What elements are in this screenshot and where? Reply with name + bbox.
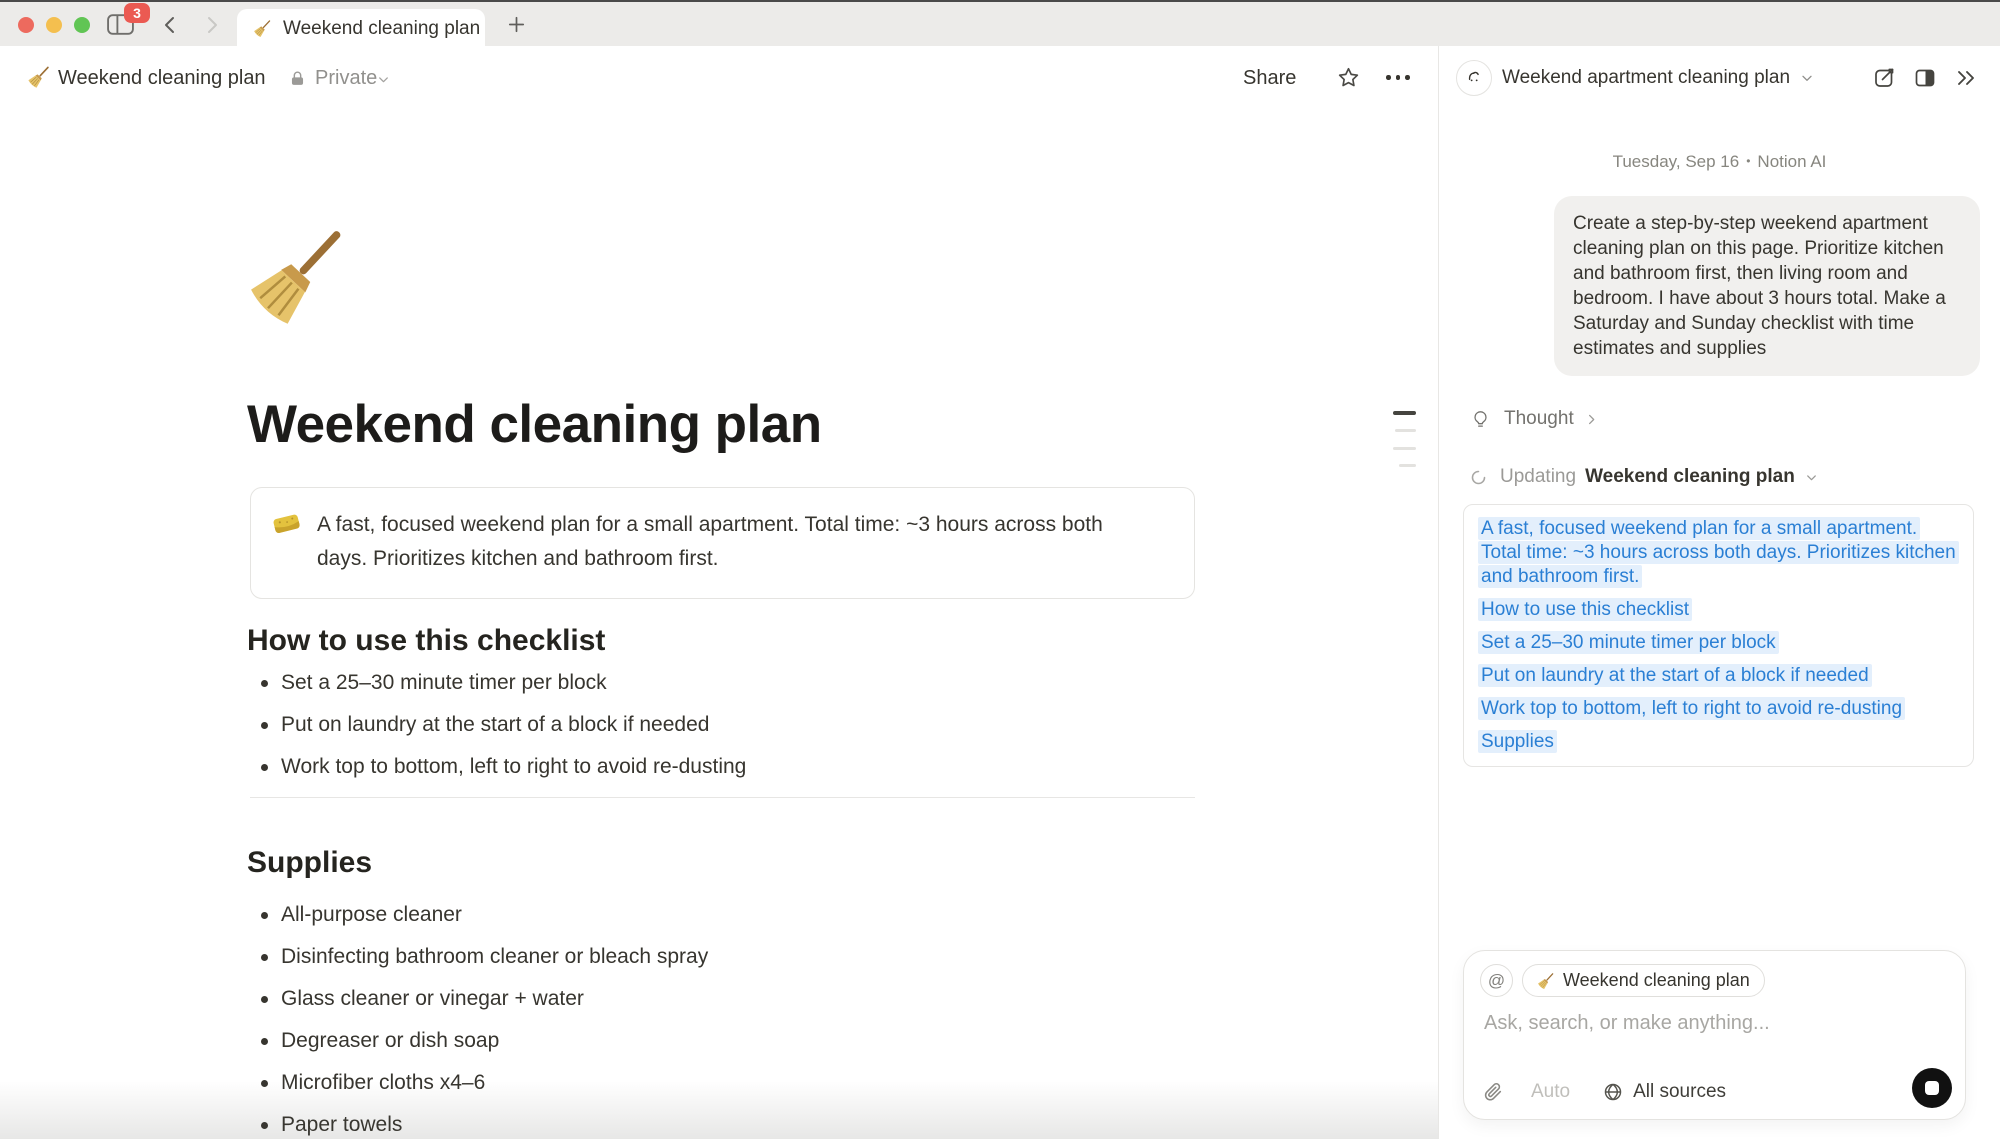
list-item[interactable]: Paper towels xyxy=(250,1104,1150,1139)
collapse-panel-icon[interactable] xyxy=(1954,66,1978,90)
supplies-bullets: All-purpose cleaner Disinfecting bathroo… xyxy=(250,894,1150,1139)
lightbulb-icon xyxy=(1470,409,1491,430)
privacy-label[interactable]: Private xyxy=(315,46,377,110)
tab-title: Weekend cleaning plan xyxy=(283,18,480,40)
list-item[interactable]: Work top to bottom, left to right to avo… xyxy=(250,746,1150,788)
edit-link[interactable]: How to use this checklist xyxy=(1478,598,1959,622)
back-icon[interactable] xyxy=(158,13,182,37)
composer-tools: Auto All sources xyxy=(1482,1081,1726,1103)
favorite-star-icon[interactable] xyxy=(1336,65,1361,90)
thought-label: Thought xyxy=(1504,408,1574,430)
more-options-icon[interactable] xyxy=(1386,75,1410,80)
main-area: Weekend cleaning plan Private Share xyxy=(0,46,1438,1139)
mode-selector[interactable]: Auto xyxy=(1531,1081,1570,1103)
tab-weekend-cleaning-plan[interactable]: Weekend cleaning plan xyxy=(237,9,485,48)
new-chat-icon[interactable] xyxy=(1872,66,1896,90)
attachment-icon[interactable] xyxy=(1482,1081,1504,1103)
heading-supplies[interactable]: Supplies xyxy=(247,846,372,880)
tab-bar: 3 Weekend cleaning plan xyxy=(0,0,2000,46)
list-item[interactable]: Set a 25–30 minute timer per block xyxy=(250,662,1150,704)
list-item[interactable]: Microfiber cloths x4–6 xyxy=(250,1062,1150,1104)
chevron-right-icon xyxy=(1584,412,1599,427)
traffic-light-close[interactable] xyxy=(18,17,34,33)
chevron-down-icon[interactable] xyxy=(376,72,391,87)
new-tab-icon[interactable] xyxy=(505,13,528,36)
edit-link[interactable]: Set a 25–30 minute timer per block xyxy=(1478,631,1959,655)
updating-label: Updating xyxy=(1500,466,1576,488)
list-item[interactable]: Put on laundry at the start of a block i… xyxy=(250,704,1150,746)
breadcrumb-broom-icon xyxy=(27,65,51,89)
ai-composer: @ Weekend cleaning plan xyxy=(1463,950,1966,1120)
notion-window: 3 Weekend cleaning plan xyxy=(0,0,2000,1139)
globe-icon[interactable] xyxy=(1602,1081,1624,1103)
list-item[interactable]: Degreaser or dish soap xyxy=(250,1020,1150,1062)
context-chip-label: Weekend cleaning plan xyxy=(1563,970,1750,991)
callout-block[interactable]: A fast, focused weekend plan for a small… xyxy=(250,487,1195,599)
broom-icon xyxy=(1537,972,1555,990)
divider-block xyxy=(250,797,1195,798)
list-item[interactable]: Glass cleaner or vinegar + water xyxy=(250,978,1150,1020)
page-icon-broom[interactable] xyxy=(248,226,348,326)
traffic-light-zoom[interactable] xyxy=(74,17,90,33)
list-item[interactable]: All-purpose cleaner xyxy=(250,894,1150,936)
edit-link[interactable]: A fast, focused weekend plan for a small… xyxy=(1478,517,1959,589)
updating-target-page: Weekend cleaning plan xyxy=(1585,466,1795,488)
edit-link[interactable]: Work top to bottom, left to right to avo… xyxy=(1478,697,1959,721)
thread-title[interactable]: Weekend apartment cleaning plan xyxy=(1502,67,1790,89)
share-button[interactable]: Share xyxy=(1243,46,1296,110)
page-title[interactable]: Weekend cleaning plan xyxy=(247,394,822,455)
chevron-down-icon[interactable] xyxy=(1799,70,1815,86)
checklist-bullets: Set a 25–30 minute timer per block Put o… xyxy=(250,662,1150,788)
applied-edits-card: A fast, focused weekend plan for a small… xyxy=(1463,504,1974,767)
updating-status[interactable]: Updating Weekend cleaning plan xyxy=(1470,466,1819,488)
user-message-bubble: Create a step-by-step weekend apartment … xyxy=(1554,196,1980,376)
ask-input[interactable] xyxy=(1482,1011,1916,1036)
sources-selector[interactable]: All sources xyxy=(1633,1081,1726,1103)
conversation-meta: Tuesday, Sep 16•Notion AI xyxy=(1439,152,2000,172)
sponge-icon xyxy=(271,508,302,539)
mention-button[interactable]: @ xyxy=(1480,964,1513,997)
traffic-light-minimize[interactable] xyxy=(46,17,62,33)
broom-icon xyxy=(253,19,272,38)
ai-sidebar: Weekend apartment cleaning plan xyxy=(1438,46,2000,1139)
breadcrumb[interactable]: Weekend cleaning plan xyxy=(58,46,266,110)
stop-icon xyxy=(1925,1081,1939,1095)
ai-sidebar-header: Weekend apartment cleaning plan xyxy=(1439,46,2000,110)
forward-icon xyxy=(200,13,224,37)
lock-icon xyxy=(288,69,307,88)
callout-text: A fast, focused weekend plan for a small… xyxy=(317,508,1139,576)
outline-indicator[interactable] xyxy=(1388,411,1416,467)
context-chip[interactable]: Weekend cleaning plan xyxy=(1522,964,1765,997)
notification-badge: 3 xyxy=(124,3,150,23)
edit-link[interactable]: Supplies xyxy=(1478,730,1959,754)
spinner-icon xyxy=(1470,469,1487,486)
thought-toggle[interactable]: Thought xyxy=(1470,408,1599,430)
notion-ai-face-icon xyxy=(1456,60,1492,96)
list-item[interactable]: Disinfecting bathroom cleaner or bleach … xyxy=(250,936,1150,978)
stop-button[interactable] xyxy=(1912,1068,1952,1108)
edit-link[interactable]: Put on laundry at the start of a block i… xyxy=(1478,664,1959,688)
chevron-down-icon xyxy=(1804,470,1819,485)
heading-how-to-use[interactable]: How to use this checklist xyxy=(247,624,605,658)
panel-layout-icon[interactable] xyxy=(1913,66,1937,90)
